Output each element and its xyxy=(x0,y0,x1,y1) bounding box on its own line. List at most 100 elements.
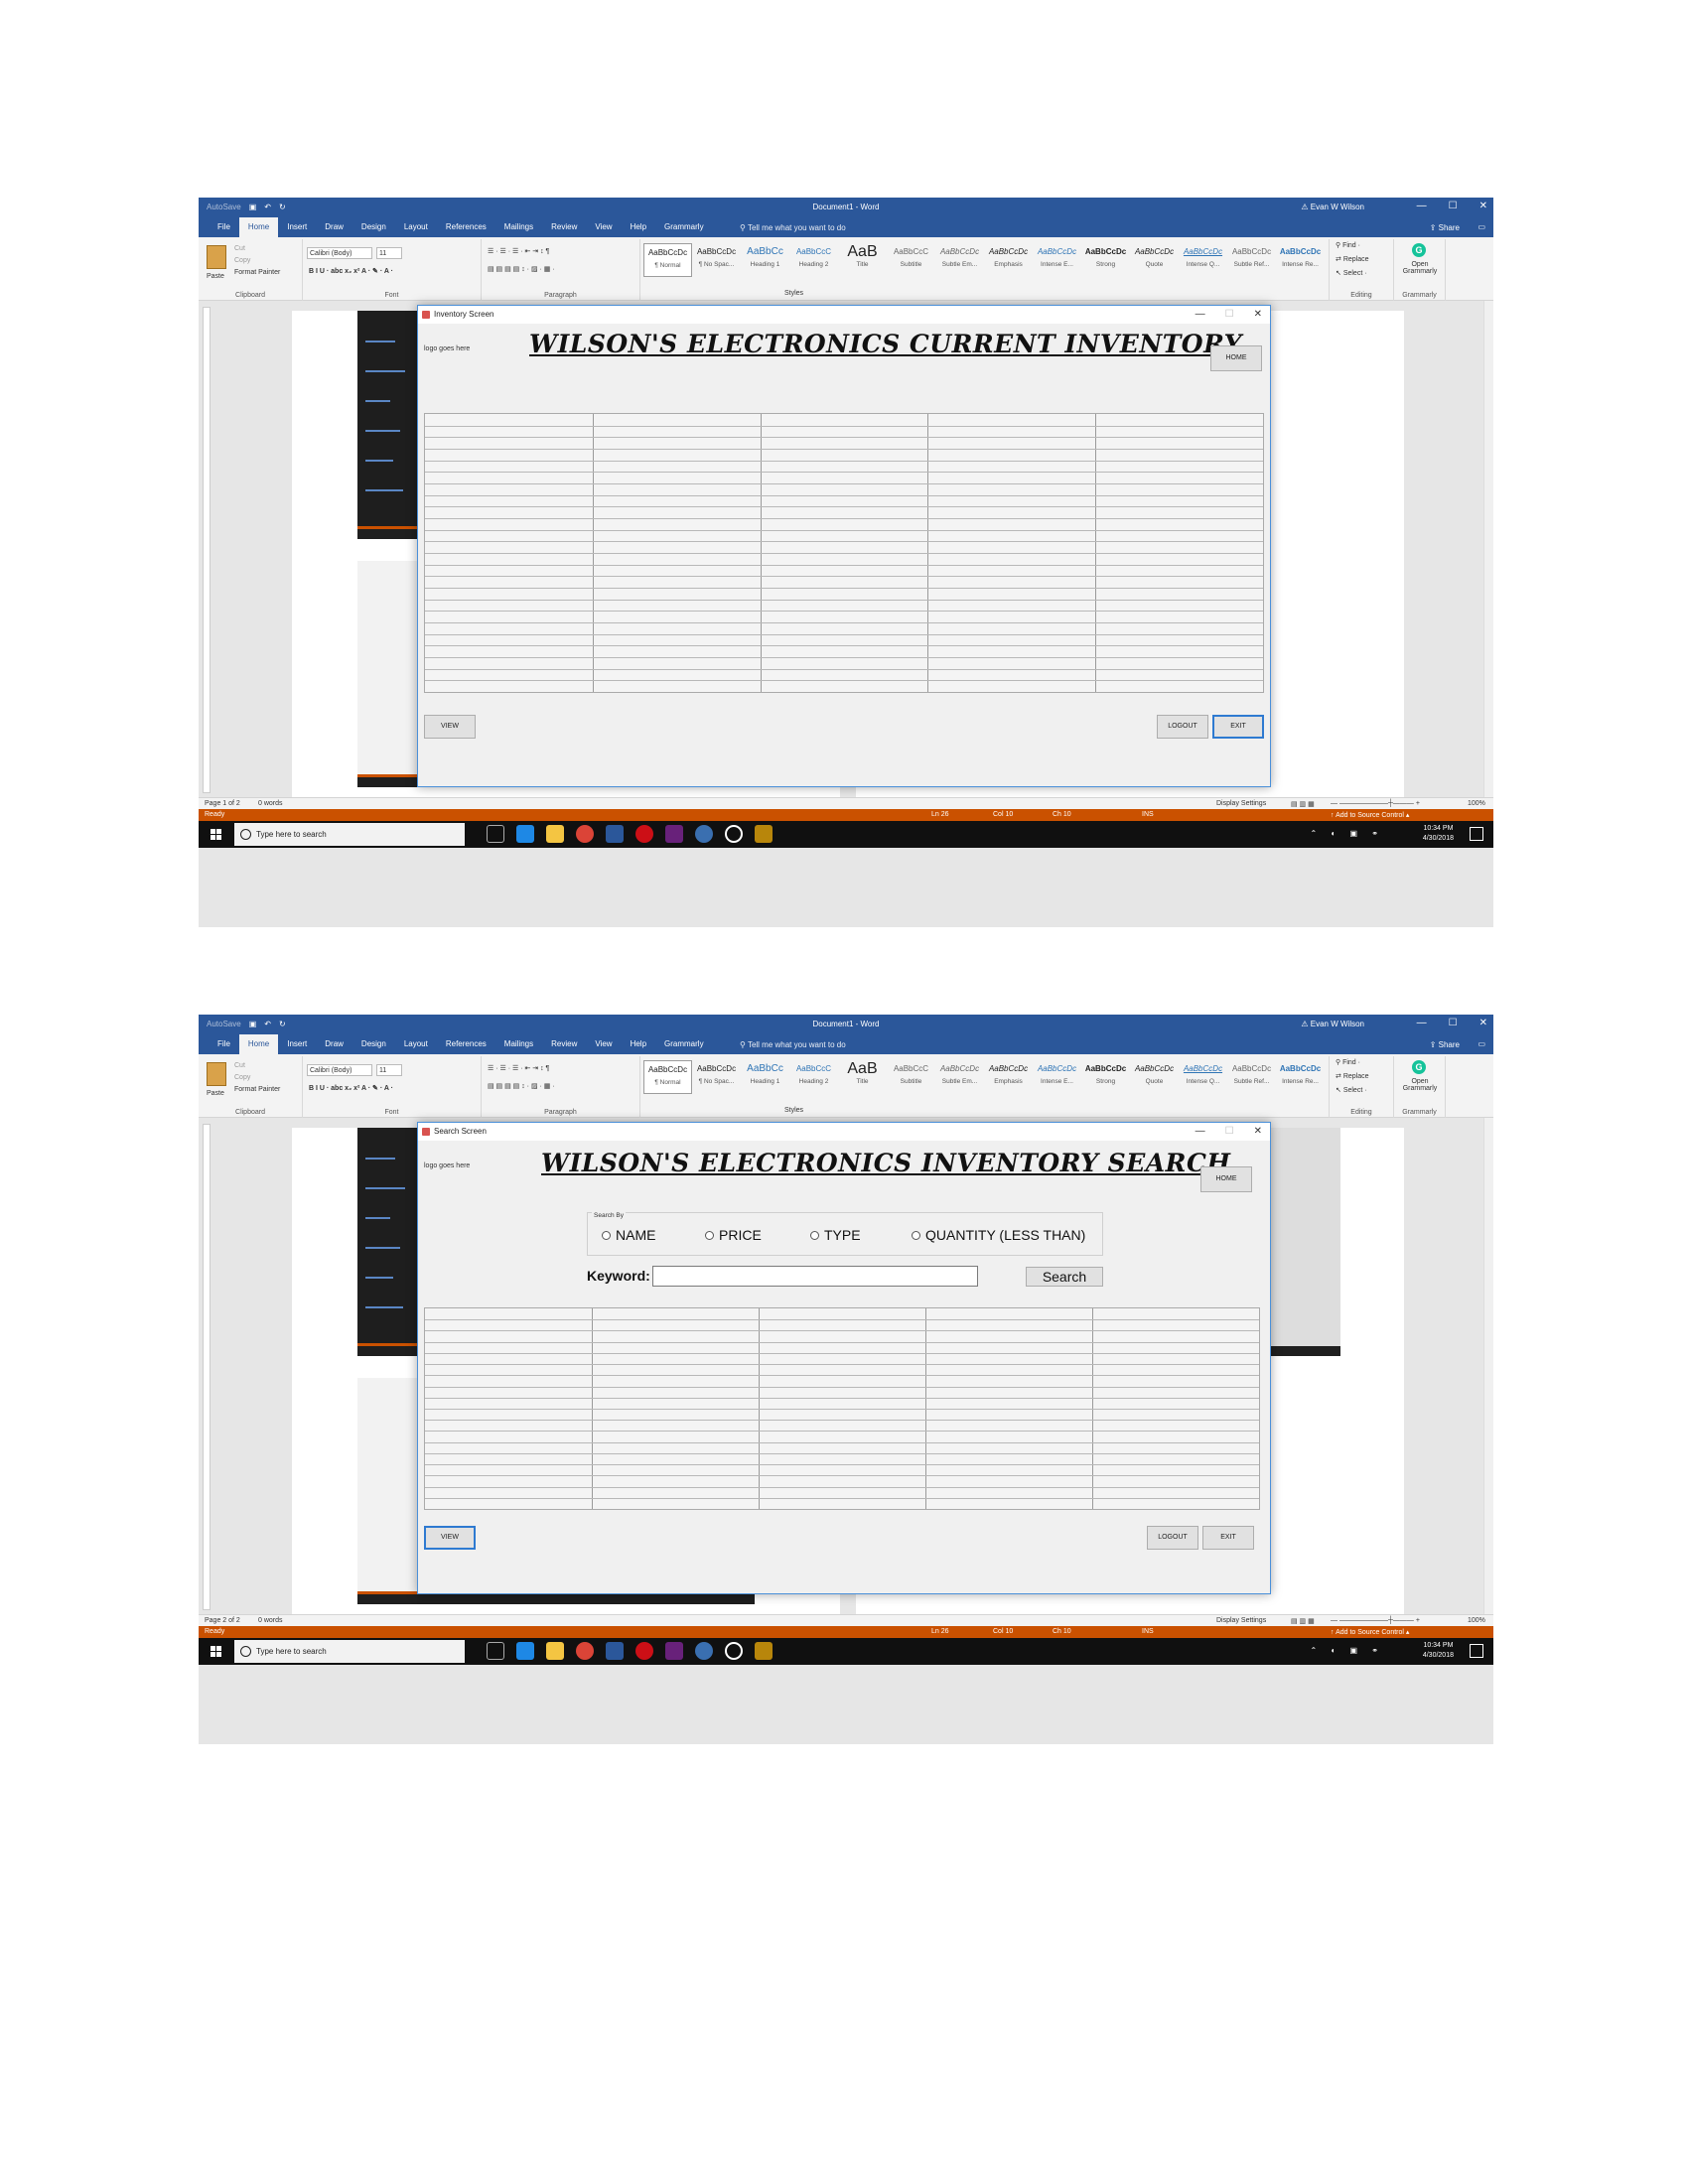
tab-mailings[interactable]: Mailings xyxy=(495,217,542,237)
style-subtle-reference[interactable]: AaBbCcDc Subtle Ref... xyxy=(1227,243,1276,277)
tab-design[interactable]: Design xyxy=(352,1034,395,1054)
maximize-icon[interactable]: ☐ xyxy=(1449,1018,1458,1028)
system-tray-icons[interactable]: ⌃ ◐ ▣ ⚭ xyxy=(1311,829,1384,838)
tell-me-box[interactable]: ⚲ Tell me what you want to do xyxy=(740,1040,846,1049)
home-button[interactable]: HOME xyxy=(1200,1166,1252,1192)
logout-button[interactable]: LOGOUT xyxy=(1157,715,1208,739)
find-button[interactable]: ⚲ Find · xyxy=(1336,1058,1360,1066)
format-painter-button[interactable]: Format Painter xyxy=(234,1086,280,1093)
view-button[interactable]: VIEW xyxy=(424,1526,476,1550)
cut-button[interactable]: Cut xyxy=(234,1062,245,1069)
copy-button[interactable]: Copy xyxy=(234,257,250,264)
radio-type[interactable]: TYPE xyxy=(810,1227,861,1243)
system-tray-icons[interactable]: ⌃ ◐ ▣ ⚭ xyxy=(1311,1646,1384,1655)
taskbar-search[interactable]: Type here to search xyxy=(234,823,465,846)
opera-icon[interactable] xyxy=(635,1642,653,1660)
format-buttons[interactable]: B I U · abc x₂ x² A · ✎ · A · xyxy=(309,1084,393,1092)
format-painter-button[interactable]: Format Painter xyxy=(234,269,280,276)
style-intense-emphasis[interactable]: AaBbCcDc Intense E... xyxy=(1033,1060,1081,1094)
tab-insert[interactable]: Insert xyxy=(278,1034,316,1054)
style-title[interactable]: AaB Title xyxy=(838,1060,887,1094)
style-subtle-emphasis[interactable]: AaBbCcDc Subtle Em... xyxy=(935,243,984,277)
style-intense-emphasis[interactable]: AaBbCcDc Intense E... xyxy=(1033,243,1081,277)
search-button[interactable]: Search xyxy=(1026,1267,1103,1287)
style-emphasis[interactable]: AaBbCcDc Emphasis xyxy=(984,1060,1033,1094)
share-button[interactable]: ⇪ Share xyxy=(1430,223,1460,232)
inventory-grid[interactable] xyxy=(424,413,1264,693)
minimize-icon[interactable]: — xyxy=(1196,1123,1205,1141)
zoom-slider[interactable]: — ———————┼——— + xyxy=(1331,800,1420,807)
settings-icon[interactable] xyxy=(725,825,743,843)
copy-button[interactable]: Copy xyxy=(234,1074,250,1081)
page-count[interactable]: Page 1 of 2 xyxy=(205,800,240,807)
style-strong[interactable]: AaBbCcDc Strong xyxy=(1081,1060,1130,1094)
tab-view[interactable]: View xyxy=(586,1034,621,1054)
style-intense-reference[interactable]: AaBbCcDc Intense Re... xyxy=(1276,1060,1325,1094)
align-buttons[interactable]: ▤ ▤ ▤ ▤ ↕ · ▨ · ▦ · xyxy=(488,1082,555,1090)
tab-design[interactable]: Design xyxy=(352,217,395,237)
tab-insert[interactable]: Insert xyxy=(278,217,316,237)
page-count[interactable]: Page 2 of 2 xyxy=(205,1617,240,1624)
style-quote[interactable]: AaBbCcDc Quote xyxy=(1130,1060,1179,1094)
open-grammarly-button[interactable]: Open Grammarly xyxy=(1396,261,1444,275)
running-app-icon[interactable] xyxy=(755,1642,773,1660)
close-icon[interactable]: ✕ xyxy=(1479,1018,1487,1028)
logout-button[interactable]: LOGOUT xyxy=(1147,1526,1198,1550)
maximize-icon[interactable]: ☐ xyxy=(1449,201,1458,211)
search-window-titlebar[interactable]: Search Screen — ☐ ✕ xyxy=(418,1123,1270,1141)
replace-button[interactable]: ⇄ Replace xyxy=(1336,1072,1369,1080)
radio-name[interactable]: NAME xyxy=(602,1227,655,1243)
edge-icon[interactable] xyxy=(516,825,534,843)
add-source-control-button[interactable]: ↑ Add to Source Control ▴ xyxy=(1331,1628,1409,1636)
taskbar-clock[interactable]: 10:34 PM 4/30/2018 xyxy=(1423,824,1454,844)
tab-help[interactable]: Help xyxy=(622,217,655,237)
paste-icon[interactable] xyxy=(207,1062,226,1086)
style-intense-quote[interactable]: AaBbCcDc Intense Q... xyxy=(1179,243,1227,277)
tab-layout[interactable]: Layout xyxy=(395,1034,437,1054)
tab-grammarly[interactable]: Grammarly xyxy=(655,1034,713,1054)
radio-price[interactable]: PRICE xyxy=(705,1227,762,1243)
tab-references[interactable]: References xyxy=(437,1034,495,1054)
style-title[interactable]: AaB Title xyxy=(838,243,887,277)
comments-icon[interactable]: ▭ xyxy=(1477,1039,1485,1048)
style-no-spacing[interactable]: AaBbCcDc ¶ No Spac... xyxy=(692,1060,741,1094)
tab-view[interactable]: View xyxy=(586,217,621,237)
style-no-spacing[interactable]: AaBbCcDc ¶ No Spac... xyxy=(692,243,741,277)
tab-draw[interactable]: Draw xyxy=(316,217,352,237)
exit-button[interactable]: EXIT xyxy=(1212,715,1264,739)
running-app-icon[interactable] xyxy=(755,825,773,843)
style-heading-2[interactable]: AaBbCcC Heading 2 xyxy=(789,1060,838,1094)
paste-icon[interactable] xyxy=(207,245,226,269)
vertical-scrollbar[interactable] xyxy=(1483,1118,1493,1614)
zoom-level[interactable]: 100% xyxy=(1468,800,1485,807)
radio-quantity[interactable]: QUANTITY (LESS THAN) xyxy=(912,1227,1085,1243)
tab-draw[interactable]: Draw xyxy=(316,1034,352,1054)
tab-file[interactable]: File xyxy=(209,217,239,237)
list-buttons[interactable]: ☰ · ☰ · ☰ · ⇤ ⇥ ↕ ¶ xyxy=(488,1064,549,1072)
tab-home[interactable]: Home xyxy=(238,217,279,237)
tab-home[interactable]: Home xyxy=(238,1034,279,1054)
windows-start-icon[interactable] xyxy=(211,1646,221,1657)
share-button[interactable]: ⇪ Share xyxy=(1430,1040,1460,1049)
view-button[interactable]: VIEW xyxy=(424,715,476,739)
align-buttons[interactable]: ▤ ▤ ▤ ▤ ↕ · ▨ · ▦ · xyxy=(488,265,555,273)
font-name-select[interactable]: Calibri (Body) xyxy=(307,247,372,259)
style-normal[interactable]: AaBbCcDc ¶ Normal xyxy=(643,1060,692,1094)
style-intense-reference[interactable]: AaBbCcDc Intense Re... xyxy=(1276,243,1325,277)
view-mode-icons[interactable]: ▤ ▥ ▦ xyxy=(1291,800,1315,808)
file-explorer-icon[interactable] xyxy=(546,1642,564,1660)
select-button[interactable]: ↖ Select · xyxy=(1336,269,1367,277)
font-size-select[interactable]: 11 xyxy=(376,1064,402,1076)
settings-icon[interactable] xyxy=(725,1642,743,1660)
task-view-icon[interactable] xyxy=(487,825,504,843)
tab-references[interactable]: References xyxy=(437,217,495,237)
cut-button[interactable]: Cut xyxy=(234,245,245,252)
word-count[interactable]: 0 words xyxy=(258,1617,283,1624)
visual-studio-icon[interactable] xyxy=(665,825,683,843)
inventory-window-titlebar[interactable]: Inventory Screen — ☐ ✕ xyxy=(418,306,1270,324)
minimize-icon[interactable]: — xyxy=(1196,306,1205,324)
paste-label[interactable]: Paste xyxy=(207,1090,224,1097)
tab-grammarly[interactable]: Grammarly xyxy=(655,217,713,237)
add-source-control-button[interactable]: ↑ Add to Source Control ▴ xyxy=(1331,811,1409,819)
notifications-icon[interactable] xyxy=(1470,1644,1483,1658)
